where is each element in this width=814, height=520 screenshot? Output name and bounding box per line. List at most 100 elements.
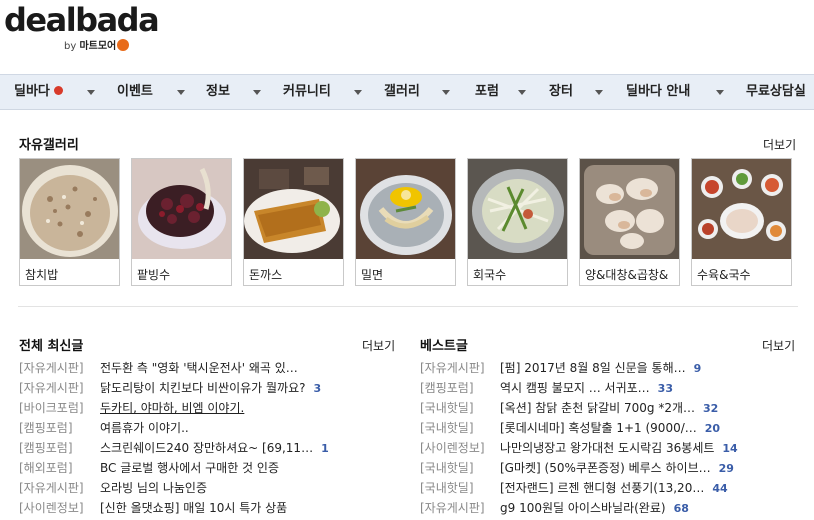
post-category[interactable]: [바이크포럼] xyxy=(19,398,100,418)
post-title-link[interactable]: g9 100원딜 아이스바닐라(완료) xyxy=(500,501,666,515)
comment-count: 20 xyxy=(704,422,721,435)
gallery-caption: 양&대창&곱창& xyxy=(585,268,669,282)
nav-label: 딜바다 xyxy=(14,84,50,99)
post-title-link[interactable]: 나만의냉장고 왕가대천 도시락김 36봉세트 xyxy=(500,441,714,455)
post-category[interactable]: [사이렌정보] xyxy=(420,438,500,458)
comment-count: 29 xyxy=(718,462,734,475)
gallery-item[interactable]: 양&대창&곱창& xyxy=(579,158,680,286)
gallery-item[interactable]: 밀면 xyxy=(355,158,456,286)
post-title-link[interactable]: [신한 올댓쇼핑] 매일 10시 특가 상품 xyxy=(100,501,287,515)
chevron-down-icon[interactable] xyxy=(518,90,526,95)
comment-count: 44 xyxy=(712,482,728,495)
gallery-caption: 수육&국수 xyxy=(697,268,751,282)
list-item[interactable]: [해외포럼] BC 글로벌 행사에서 구매한 것 인증 xyxy=(19,458,279,478)
donkatsu-photo-icon xyxy=(244,159,343,259)
latest-more-link[interactable]: 더보기 xyxy=(362,337,395,354)
list-item[interactable]: [자유게시판] g9 100원딜 아이스바닐라(완료) 68 xyxy=(420,498,689,518)
nav-item-gallery[interactable]: 갤러리 xyxy=(384,75,420,109)
post-category[interactable]: [국내핫딜] xyxy=(420,478,500,498)
post-category[interactable]: [자유게시판] xyxy=(420,358,500,378)
gallery-item[interactable]: 돈까스 xyxy=(243,158,344,286)
post-category[interactable]: [국내핫딜] xyxy=(420,418,500,438)
milmyeon-photo-icon xyxy=(356,159,455,259)
chevron-down-icon[interactable] xyxy=(253,90,261,95)
chevron-down-icon[interactable] xyxy=(442,90,450,95)
post-category[interactable]: [캠핑포럼] xyxy=(420,378,500,398)
post-title-link[interactable]: [롯데시네마] 혹성탈출 1+1 (9000/… xyxy=(500,421,697,435)
post-category[interactable]: [국내핫딜] xyxy=(420,458,500,478)
gallery-item[interactable]: 참치밥 xyxy=(19,158,120,286)
gallery-more-link[interactable]: 더보기 xyxy=(763,136,796,153)
post-title-link[interactable]: 스크린쉐이드240 장만하셔요~ [69,11… xyxy=(100,441,313,455)
list-item[interactable]: [캠핑포럼] 역시 캠핑 불모지 … 서귀포… 33 xyxy=(420,378,673,398)
list-item[interactable]: [캠핑포럼] 스크린쉐이드240 장만하셔요~ [69,11… 1 xyxy=(19,438,329,458)
post-title-link[interactable]: 전두환 측 "영화 '택시운전사' 왜곡 있… xyxy=(100,361,298,375)
post-title-link[interactable]: 닭도리탕이 치킨보다 비싼이유가 뭘까요? xyxy=(100,381,306,395)
list-item[interactable]: [국내핫딜] [전자랜드] 르젠 핸디형 선풍기(13,20… 44 xyxy=(420,478,728,498)
post-title-link[interactable]: 역시 캠핑 불모지 … 서귀포… xyxy=(500,381,650,395)
logo-brand: 마트모어 xyxy=(79,41,117,52)
nav-item-consult[interactable]: 무료상담실 xyxy=(746,75,806,109)
comment-count: 1 xyxy=(321,442,329,455)
post-category[interactable]: [사이렌정보] xyxy=(19,498,100,518)
hot-dot-icon xyxy=(53,86,63,95)
gallery-item[interactable]: 팥빙수 xyxy=(131,158,232,286)
best-title: 베스트글 xyxy=(420,339,468,354)
tuna-rice-photo-icon xyxy=(20,159,119,259)
post-title-link[interactable]: 여름휴가 이야기.. xyxy=(100,421,189,435)
list-item[interactable]: [국내핫딜] [옥션] 참닭 춘천 닭갈비 700g *2개… 32 xyxy=(420,398,718,418)
list-item[interactable]: [자유게시판] 닭도리탕이 치킨보다 비싼이유가 뭘까요? 3 xyxy=(19,378,321,398)
post-title-link[interactable]: [전자랜드] 르젠 핸디형 선풍기(13,20… xyxy=(500,481,704,495)
list-item[interactable]: [국내핫딜] [G마켓] (50%쿠폰증정) 베루스 하이브… 29 xyxy=(420,458,734,478)
grilled-tripe-photo-icon xyxy=(580,159,679,259)
post-category[interactable]: [자유게시판] xyxy=(19,358,100,378)
list-item[interactable]: [바이크포럼] 두카티, 야마하, 비엠 이야기. xyxy=(19,398,244,418)
chevron-down-icon[interactable] xyxy=(595,90,603,95)
nav-item-dealbada[interactable]: 딜바다 xyxy=(14,75,63,109)
nav-item-community[interactable]: 커뮤니티 xyxy=(283,75,331,109)
comment-count: 14 xyxy=(722,442,738,455)
post-category[interactable]: [캠핑포럼] xyxy=(19,438,100,458)
chevron-down-icon[interactable] xyxy=(354,90,362,95)
chevron-down-icon[interactable] xyxy=(87,90,95,95)
chevron-down-icon[interactable] xyxy=(177,90,185,95)
nav-item-info[interactable]: 정보 xyxy=(206,75,230,109)
gallery-caption: 밀면 xyxy=(361,268,384,282)
list-item[interactable]: [캠핑포럼] 여름휴가 이야기.. xyxy=(19,418,189,438)
post-category[interactable]: [해외포럼] xyxy=(19,458,100,478)
nav-item-market[interactable]: 장터 xyxy=(549,75,573,109)
nav-item-guide[interactable]: 딜바다 안내 xyxy=(626,75,690,109)
list-item[interactable]: [자유게시판] 오라빙 님의 나눔인증 xyxy=(19,478,207,498)
gallery-item[interactable]: 수육&국수 xyxy=(691,158,792,286)
post-category[interactable]: [캠핑포럼] xyxy=(19,418,100,438)
best-more-link[interactable]: 더보기 xyxy=(762,337,795,354)
list-item[interactable]: [자유게시판] [펌] 2017년 8월 8일 신문을 통해… 9 xyxy=(420,358,701,378)
post-category[interactable]: [자유게시판] xyxy=(19,478,100,498)
post-category[interactable]: [국내핫딜] xyxy=(420,398,500,418)
nav-item-event[interactable]: 이벤트 xyxy=(117,75,153,109)
post-category[interactable]: [자유게시판] xyxy=(19,378,100,398)
list-item[interactable]: [국내핫딜] [롯데시네마] 혹성탈출 1+1 (9000/… 20 xyxy=(420,418,720,438)
comment-count: 32 xyxy=(703,402,719,415)
post-category[interactable]: [자유게시판] xyxy=(420,498,500,518)
list-item[interactable]: [자유게시판] 전두환 측 "영화 '택시운전사' 왜곡 있… xyxy=(19,358,298,378)
site-logo[interactable]: dealbada by 마트모어 xyxy=(4,2,160,52)
post-title-link[interactable]: [G마켓] (50%쿠폰증정) 베루스 하이브… xyxy=(500,461,711,475)
post-title-link[interactable]: 오라빙 님의 나눔인증 xyxy=(100,481,207,495)
gallery-item[interactable]: 회국수 xyxy=(467,158,568,286)
post-title-link[interactable]: 두카티, 야마하, 비엠 이야기. xyxy=(100,401,244,415)
post-title-link[interactable]: [옥션] 참닭 춘천 닭갈비 700g *2개… xyxy=(500,401,695,415)
logo-wordmark: dealbada xyxy=(4,1,160,39)
main-nav: 딜바다 이벤트 정보 커뮤니티 갤러리 포럼 장터 딜바다 안내 무료상담실 xyxy=(0,74,814,110)
section-divider xyxy=(18,306,798,307)
suyuk-photo-icon xyxy=(692,159,791,259)
post-title-link[interactable]: BC 글로벌 행사에서 구매한 것 인증 xyxy=(100,461,279,475)
brand-badge-icon xyxy=(117,39,130,51)
gallery-title: 자유갤러리 xyxy=(19,138,79,153)
list-item[interactable]: [사이렌정보] [신한 올댓쇼핑] 매일 10시 특가 상품 xyxy=(19,498,287,518)
post-title-link[interactable]: [펌] 2017년 8월 8일 신문을 통해… xyxy=(500,361,686,375)
chevron-down-icon[interactable] xyxy=(716,90,724,95)
nav-item-forum[interactable]: 포럼 xyxy=(475,75,499,109)
gallery-caption: 참치밥 xyxy=(25,268,59,282)
list-item[interactable]: [사이렌정보] 나만의냉장고 왕가대천 도시락김 36봉세트 14 xyxy=(420,438,738,458)
